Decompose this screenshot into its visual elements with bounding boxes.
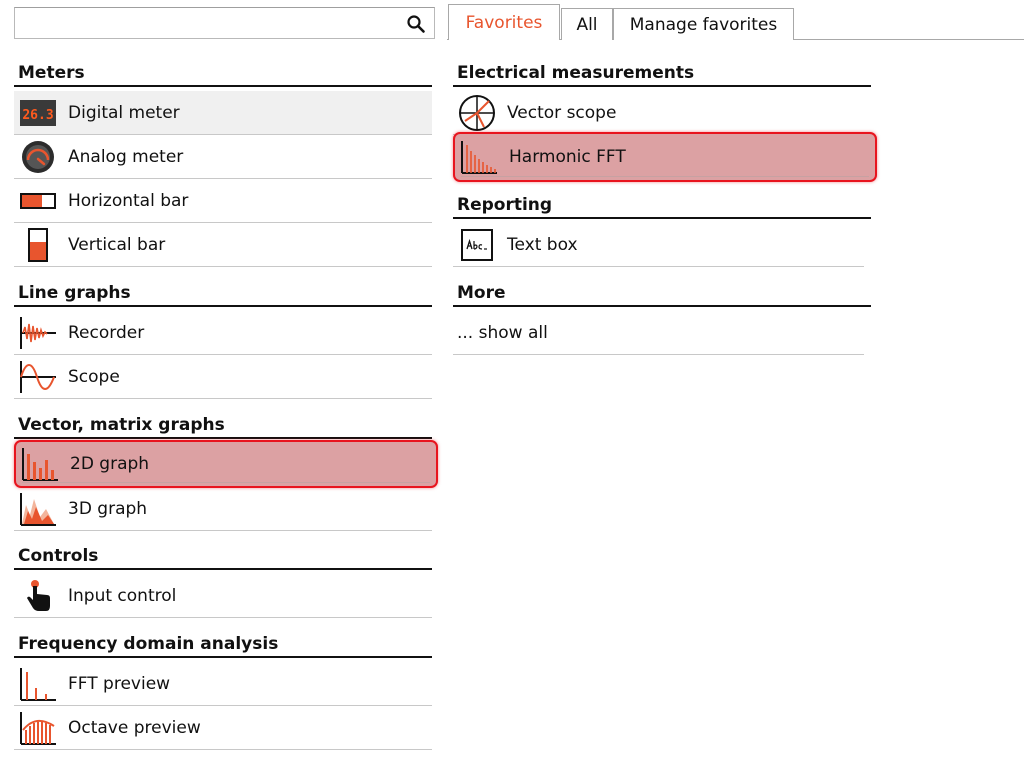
item-label: Vector scope (507, 102, 617, 123)
item-label: Horizontal bar (68, 190, 189, 211)
list-item-recorder[interactable]: Recorder (14, 311, 432, 355)
item-label: Vertical bar (68, 234, 166, 255)
search-input[interactable] (19, 12, 399, 34)
list-item-input-control[interactable]: Input control (14, 574, 432, 618)
section-vector-matrix-graphs: Vector, matrix graphs (14, 412, 432, 439)
list-item-3d-graph[interactable]: 3D graph (14, 487, 432, 531)
section-controls: Controls (14, 543, 432, 570)
list-item-vector-scope[interactable]: Vector scope (453, 91, 864, 135)
item-label: FFT preview (68, 673, 171, 694)
list-item-show-all[interactable]: ... show all (453, 311, 864, 355)
item-label: Analog meter (68, 146, 184, 167)
list-item-fft-preview[interactable]: FFT preview (14, 662, 432, 706)
list-item-analog-meter[interactable]: Analog meter (14, 135, 432, 179)
section-electrical-measurements: Electrical measurements (453, 60, 871, 87)
section-line-graphs: Line graphs (14, 280, 432, 307)
horizontal-bar-icon (18, 183, 58, 219)
show-all-link[interactable]: ... show all (457, 323, 548, 343)
recorder-icon (18, 315, 58, 351)
item-label: Harmonic FFT (509, 147, 626, 167)
item-label: 3D graph (68, 498, 148, 519)
item-divider (22, 482, 430, 483)
item-label: 2D graph (70, 454, 150, 474)
item-label: Octave preview (68, 717, 201, 738)
item-label: Scope (68, 366, 120, 387)
section-frequency-domain-analysis: Frequency domain analysis (14, 631, 432, 658)
2d-graph-icon (20, 446, 60, 482)
list-item-2d-graph[interactable]: 2D graph (14, 440, 438, 488)
tab-favorites[interactable]: Favorites (448, 4, 560, 40)
list-item-scope[interactable]: Scope (14, 355, 432, 399)
section-more: More (453, 280, 871, 307)
analog-meter-icon (18, 139, 58, 175)
search-box[interactable] (14, 7, 435, 39)
list-item-vertical-bar[interactable]: Vertical bar (14, 223, 432, 267)
svg-text:26.3: 26.3 (22, 108, 53, 123)
input-control-icon (18, 578, 58, 614)
section-reporting: Reporting (453, 192, 871, 219)
tab-manage-favorites[interactable]: Manage favorites (613, 8, 794, 40)
tab-all[interactable]: All (561, 8, 613, 40)
text-box-icon (457, 227, 497, 263)
item-divider (461, 176, 869, 177)
item-label: Text box (507, 234, 578, 255)
list-item-horizontal-bar[interactable]: Horizontal bar (14, 179, 432, 223)
item-label: Digital meter (68, 102, 180, 123)
item-label: Input control (68, 585, 177, 606)
digital-meter-icon: 26.3 (18, 95, 58, 131)
vector-scope-icon (457, 94, 497, 131)
list-item-text-box[interactable]: Text box (453, 223, 864, 267)
octave-preview-icon (18, 710, 58, 746)
fft-preview-icon (18, 666, 58, 702)
vertical-bar-icon (18, 227, 58, 263)
item-label: Recorder (68, 322, 145, 343)
scope-icon (18, 359, 58, 395)
list-item-digital-meter[interactable]: 26.3 Digital meter (14, 91, 432, 135)
section-meters: Meters (14, 60, 432, 87)
harmonic-fft-icon (459, 139, 499, 175)
3d-graph-icon (18, 491, 58, 527)
search-icon[interactable] (406, 14, 426, 34)
list-item-harmonic-fft[interactable]: Harmonic FFT (453, 132, 877, 182)
list-item-octave-preview[interactable]: Octave preview (14, 706, 432, 750)
